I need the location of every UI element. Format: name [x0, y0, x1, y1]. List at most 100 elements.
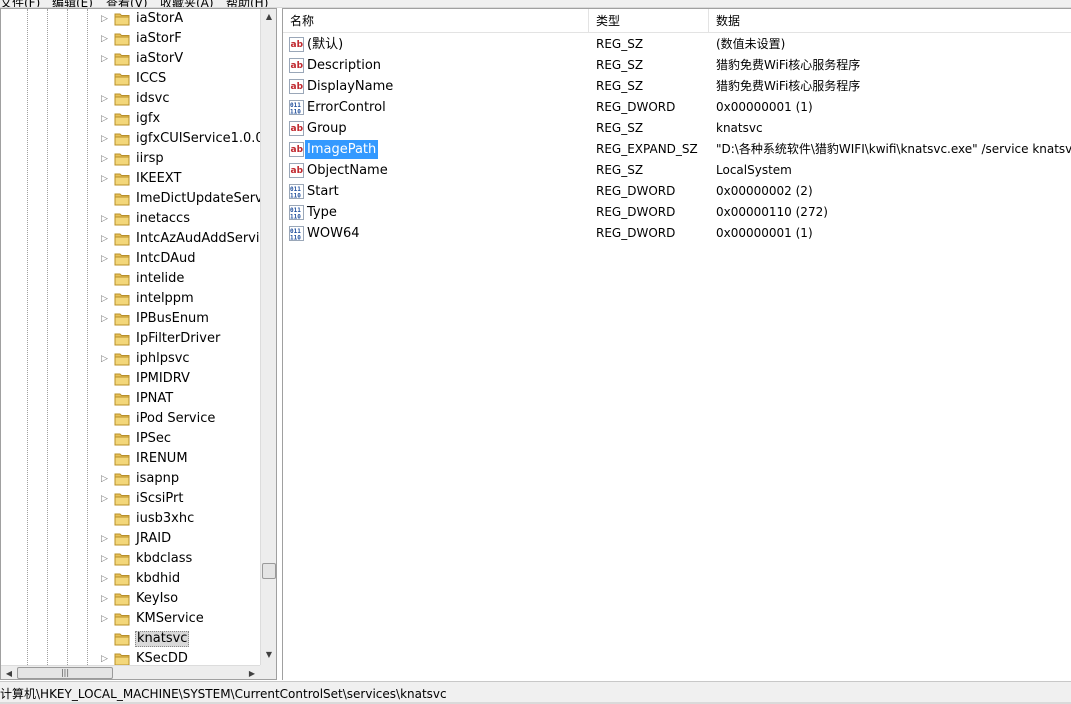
tree-item[interactable]: IpFilterDriver: [1, 329, 260, 349]
column-header-data[interactable]: 数据: [709, 9, 1071, 33]
value-row[interactable]: ab Group REG_SZ knatsvc: [283, 118, 1071, 139]
tree-item[interactable]: ▷ IKEEXT: [1, 169, 260, 189]
dword-value-icon: 011 110: [289, 184, 304, 200]
folder-icon: [114, 372, 131, 386]
value-name: Start: [307, 184, 339, 199]
expand-arrow-icon[interactable]: ▷: [101, 533, 109, 545]
expand-arrow-icon[interactable]: ▷: [101, 493, 109, 505]
expand-arrow-icon[interactable]: ▷: [101, 593, 109, 605]
status-key-path: 计算机\HKEY_LOCAL_MACHINE\SYSTEM\CurrentCon…: [0, 687, 447, 701]
tree-hscroll-thumb[interactable]: |||: [17, 667, 113, 679]
value-row[interactable]: 011 110 ErrorControl REG_DWORD 0x00000001 (1…: [283, 97, 1071, 118]
tree-item[interactable]: IPMIDRV: [1, 369, 260, 389]
tree-item[interactable]: ▷ KSecDD: [1, 649, 260, 665]
expand-arrow-icon[interactable]: ▷: [101, 573, 109, 585]
value-row[interactable]: 011 110 WOW64 REG_DWORD 0x00000001 (1): [283, 223, 1071, 244]
tree-item[interactable]: ▷ iScsiPrt: [1, 489, 260, 509]
menu-view[interactable]: 查看(V): [106, 0, 148, 7]
folder-icon: [114, 252, 131, 266]
menu-edit[interactable]: 编辑(E): [52, 0, 93, 7]
tree-item[interactable]: ▷ isapnp: [1, 469, 260, 489]
expand-arrow-icon[interactable]: ▷: [101, 213, 109, 225]
tree-horizontal-scrollbar[interactable]: ◀ ||| ▶: [1, 665, 260, 679]
expand-arrow-icon[interactable]: ▷: [101, 33, 109, 45]
expand-arrow-icon[interactable]: ▷: [101, 113, 109, 125]
tree-item[interactable]: IRENUM: [1, 449, 260, 469]
value-row[interactable]: 011 110 Type REG_DWORD 0x00000110 (272): [283, 202, 1071, 223]
expand-arrow-icon[interactable]: ▷: [101, 553, 109, 565]
value-row[interactable]: ab (默认) REG_SZ (数值未设置): [283, 34, 1071, 55]
expand-arrow-icon[interactable]: ▷: [101, 353, 109, 365]
tree-item[interactable]: ▷ igfx: [1, 109, 260, 129]
tree-item[interactable]: iPod Service: [1, 409, 260, 429]
tree-item[interactable]: ICCS: [1, 69, 260, 89]
scroll-right-icon[interactable]: ▶: [244, 666, 260, 679]
value-type: REG_DWORD: [596, 226, 676, 240]
tree-item-label: intelppm: [136, 291, 194, 306]
expand-arrow-icon[interactable]: ▷: [101, 133, 109, 145]
tree-item[interactable]: knatsvc: [1, 629, 260, 649]
tree-item[interactable]: IPNAT: [1, 389, 260, 409]
tree-vertical-scrollbar[interactable]: ▲ ▼: [260, 9, 276, 665]
expand-arrow-icon[interactable]: ▷: [101, 153, 109, 165]
folder-icon: [114, 212, 131, 226]
tree-item[interactable]: intelide: [1, 269, 260, 289]
menu-help[interactable]: 帮助(H): [226, 0, 268, 7]
tree-item-label: IKEEXT: [136, 171, 182, 186]
tree-item[interactable]: ▷ intelppm: [1, 289, 260, 309]
expand-arrow-icon[interactable]: ▷: [101, 653, 109, 665]
svg-text:ab: ab: [291, 166, 304, 176]
tree-item[interactable]: ▷ JRAID: [1, 529, 260, 549]
value-type: REG_SZ: [596, 37, 644, 51]
string-value-icon: ab: [289, 142, 304, 157]
value-row[interactable]: ab Description REG_SZ 猎豹免费WiFi核心服务程序: [283, 55, 1071, 76]
value-row[interactable]: ab ImagePath REG_EXPAND_SZ "D:\各种系统软件\猎豹WIF…: [283, 139, 1071, 160]
value-row[interactable]: 011 110 Start REG_DWORD 0x00000002 (2): [283, 181, 1071, 202]
value-row[interactable]: ab ObjectName REG_SZ LocalSystem: [283, 160, 1071, 181]
menu-favorites[interactable]: 收藏夹(A): [160, 0, 214, 7]
tree-item[interactable]: ▷ idsvc: [1, 89, 260, 109]
tree-item[interactable]: ▷ IntcDAud: [1, 249, 260, 269]
expand-arrow-icon[interactable]: ▷: [101, 473, 109, 485]
scroll-left-icon[interactable]: ◀: [1, 666, 17, 679]
expand-arrow-icon[interactable]: ▷: [101, 313, 109, 325]
tree-item[interactable]: ImeDictUpdateService: [1, 189, 260, 209]
expand-arrow-icon[interactable]: ▷: [101, 233, 109, 245]
tree-item-label: isapnp: [136, 471, 180, 486]
tree-item[interactable]: ▷ IntcAzAudAddService: [1, 229, 260, 249]
value-name: WOW64: [307, 226, 360, 241]
menu-file[interactable]: 文件(F): [0, 0, 40, 7]
value-data: 0x00000002 (2): [716, 184, 813, 198]
tree-item[interactable]: ▷ iaStorV: [1, 49, 260, 69]
tree-item[interactable]: ▷ IPBusEnum: [1, 309, 260, 329]
tree-item[interactable]: ▷ iirsp: [1, 149, 260, 169]
tree-item[interactable]: ▷ iphlpsvc: [1, 349, 260, 369]
scroll-up-icon[interactable]: ▲: [261, 9, 276, 25]
value-row[interactable]: ab DisplayName REG_SZ 猎豹免费WiFi核心服务程序: [283, 76, 1071, 97]
tree-item[interactable]: ▷ KMService: [1, 609, 260, 629]
expand-arrow-icon[interactable]: ▷: [101, 93, 109, 105]
tree-scroll-thumb[interactable]: [262, 563, 276, 579]
tree-item-label: IPMIDRV: [136, 371, 190, 386]
expand-arrow-icon[interactable]: ▷: [101, 293, 109, 305]
tree-item[interactable]: ▷ iaStorF: [1, 29, 260, 49]
tree-item[interactable]: ▷ iaStorA: [1, 9, 260, 29]
tree-item[interactable]: iusb3xhc: [1, 509, 260, 529]
expand-arrow-icon[interactable]: ▷: [101, 253, 109, 265]
expand-arrow-icon[interactable]: ▷: [101, 613, 109, 625]
expand-arrow-icon[interactable]: ▷: [101, 13, 109, 25]
tree-item[interactable]: ▷ kbdhid: [1, 569, 260, 589]
tree-item[interactable]: IPSec: [1, 429, 260, 449]
svg-text:ab: ab: [291, 61, 304, 71]
scroll-down-icon[interactable]: ▼: [261, 647, 276, 663]
folder-icon: [114, 92, 131, 106]
expand-arrow-icon[interactable]: ▷: [101, 53, 109, 65]
tree-item[interactable]: ▷ kbdclass: [1, 549, 260, 569]
expand-arrow-icon[interactable]: ▷: [101, 173, 109, 185]
column-header-type[interactable]: 类型: [589, 9, 709, 33]
column-header-name[interactable]: 名称: [283, 9, 589, 33]
tree-item[interactable]: ▷ igfxCUIService1.0.0.0: [1, 129, 260, 149]
tree-item[interactable]: ▷ KeyIso: [1, 589, 260, 609]
tree-item-label: kbdclass: [136, 551, 193, 566]
tree-item[interactable]: ▷ inetaccs: [1, 209, 260, 229]
